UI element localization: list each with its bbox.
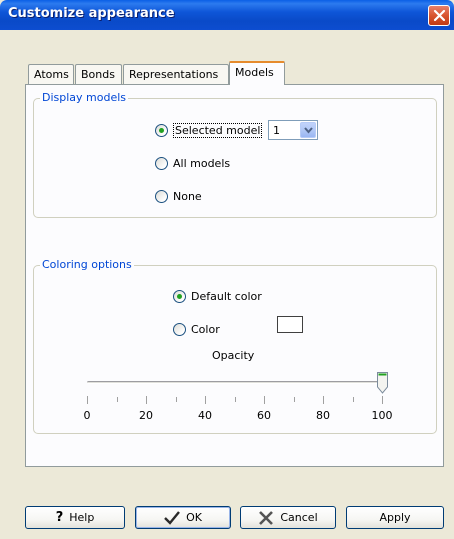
apply-button[interactable]: Apply [346, 506, 444, 529]
ok-button[interactable]: OK [135, 506, 231, 529]
ok-button-label: OK [186, 511, 202, 524]
radio-selected-model-indicator[interactable] [155, 124, 168, 137]
slider-tick [117, 397, 118, 402]
color-swatch-button[interactable] [277, 316, 303, 333]
cancel-button[interactable]: Cancel [240, 506, 336, 529]
chevron-down-icon[interactable] [300, 122, 316, 138]
slider-tick-label: 60 [257, 409, 271, 422]
radio-none-label: None [173, 190, 202, 203]
radio-default-color[interactable]: Default color [173, 290, 262, 303]
slider-tick [382, 396, 383, 404]
radio-selected-model-label: Selected model [173, 123, 263, 138]
radio-default-color-indicator[interactable] [173, 290, 186, 303]
radio-none-indicator[interactable] [155, 190, 168, 203]
tab-representations[interactable]: Representations [123, 64, 229, 84]
tab-representations-label: Representations [129, 68, 219, 81]
coloring-options-legend: Coloring options [40, 258, 134, 271]
slider-tick [176, 397, 177, 402]
radio-color-indicator[interactable] [173, 323, 186, 336]
slider-tick [205, 396, 206, 404]
slider-tick [294, 397, 295, 402]
window-title: Customize appearance [8, 6, 175, 21]
check-icon [164, 510, 180, 525]
radio-default-color-label: Default color [191, 290, 262, 303]
slider-tick [323, 396, 324, 404]
tab-bonds[interactable]: Bonds [75, 64, 122, 84]
opacity-slider-track[interactable] [87, 381, 384, 384]
slider-tick-label: 20 [139, 409, 153, 422]
radio-all-models[interactable]: All models [155, 157, 230, 170]
radio-all-models-label: All models [173, 157, 231, 170]
help-button[interactable]: ? Help [25, 506, 125, 529]
tab-atoms[interactable]: Atoms [28, 64, 74, 84]
slider-tick [146, 396, 147, 404]
slider-tick [353, 397, 354, 402]
slider-tick [87, 396, 88, 404]
display-models-group: Display models [33, 91, 437, 218]
close-button[interactable] [428, 5, 450, 26]
slider-tick-label: 40 [198, 409, 212, 422]
slider-tick-label: 80 [316, 409, 330, 422]
title-bar[interactable]: Customize appearance [0, 0, 454, 30]
radio-all-models-indicator[interactable] [155, 157, 168, 170]
slider-tick [235, 397, 236, 402]
apply-button-label: Apply [379, 511, 411, 524]
question-mark-icon: ? [55, 510, 64, 525]
cancel-x-icon [258, 510, 274, 525]
model-number-select[interactable]: 1 [268, 120, 318, 140]
radio-color-label: Color [191, 323, 220, 336]
radio-selected-model[interactable]: Selected model [155, 123, 263, 138]
tab-models[interactable]: Models [229, 61, 285, 85]
slider-tick [264, 396, 265, 404]
tab-bonds-label: Bonds [81, 68, 115, 81]
slider-tick-label: 0 [83, 409, 91, 422]
model-number-value: 1 [273, 124, 280, 137]
radio-none[interactable]: None [155, 190, 202, 203]
customize-appearance-dialog: Customize appearance Atoms Bonds Represe… [0, 0, 454, 539]
tab-models-label: Models [235, 66, 274, 79]
close-icon [433, 9, 446, 22]
tab-atoms-label: Atoms [34, 68, 69, 81]
slider-tick-label: 100 [371, 409, 393, 422]
help-button-label: Help [69, 511, 95, 524]
cancel-button-label: Cancel [280, 511, 318, 524]
opacity-slider-thumb[interactable] [377, 372, 388, 394]
opacity-label: Opacity [212, 349, 255, 362]
display-models-legend: Display models [40, 91, 129, 104]
radio-color[interactable]: Color [173, 323, 220, 336]
